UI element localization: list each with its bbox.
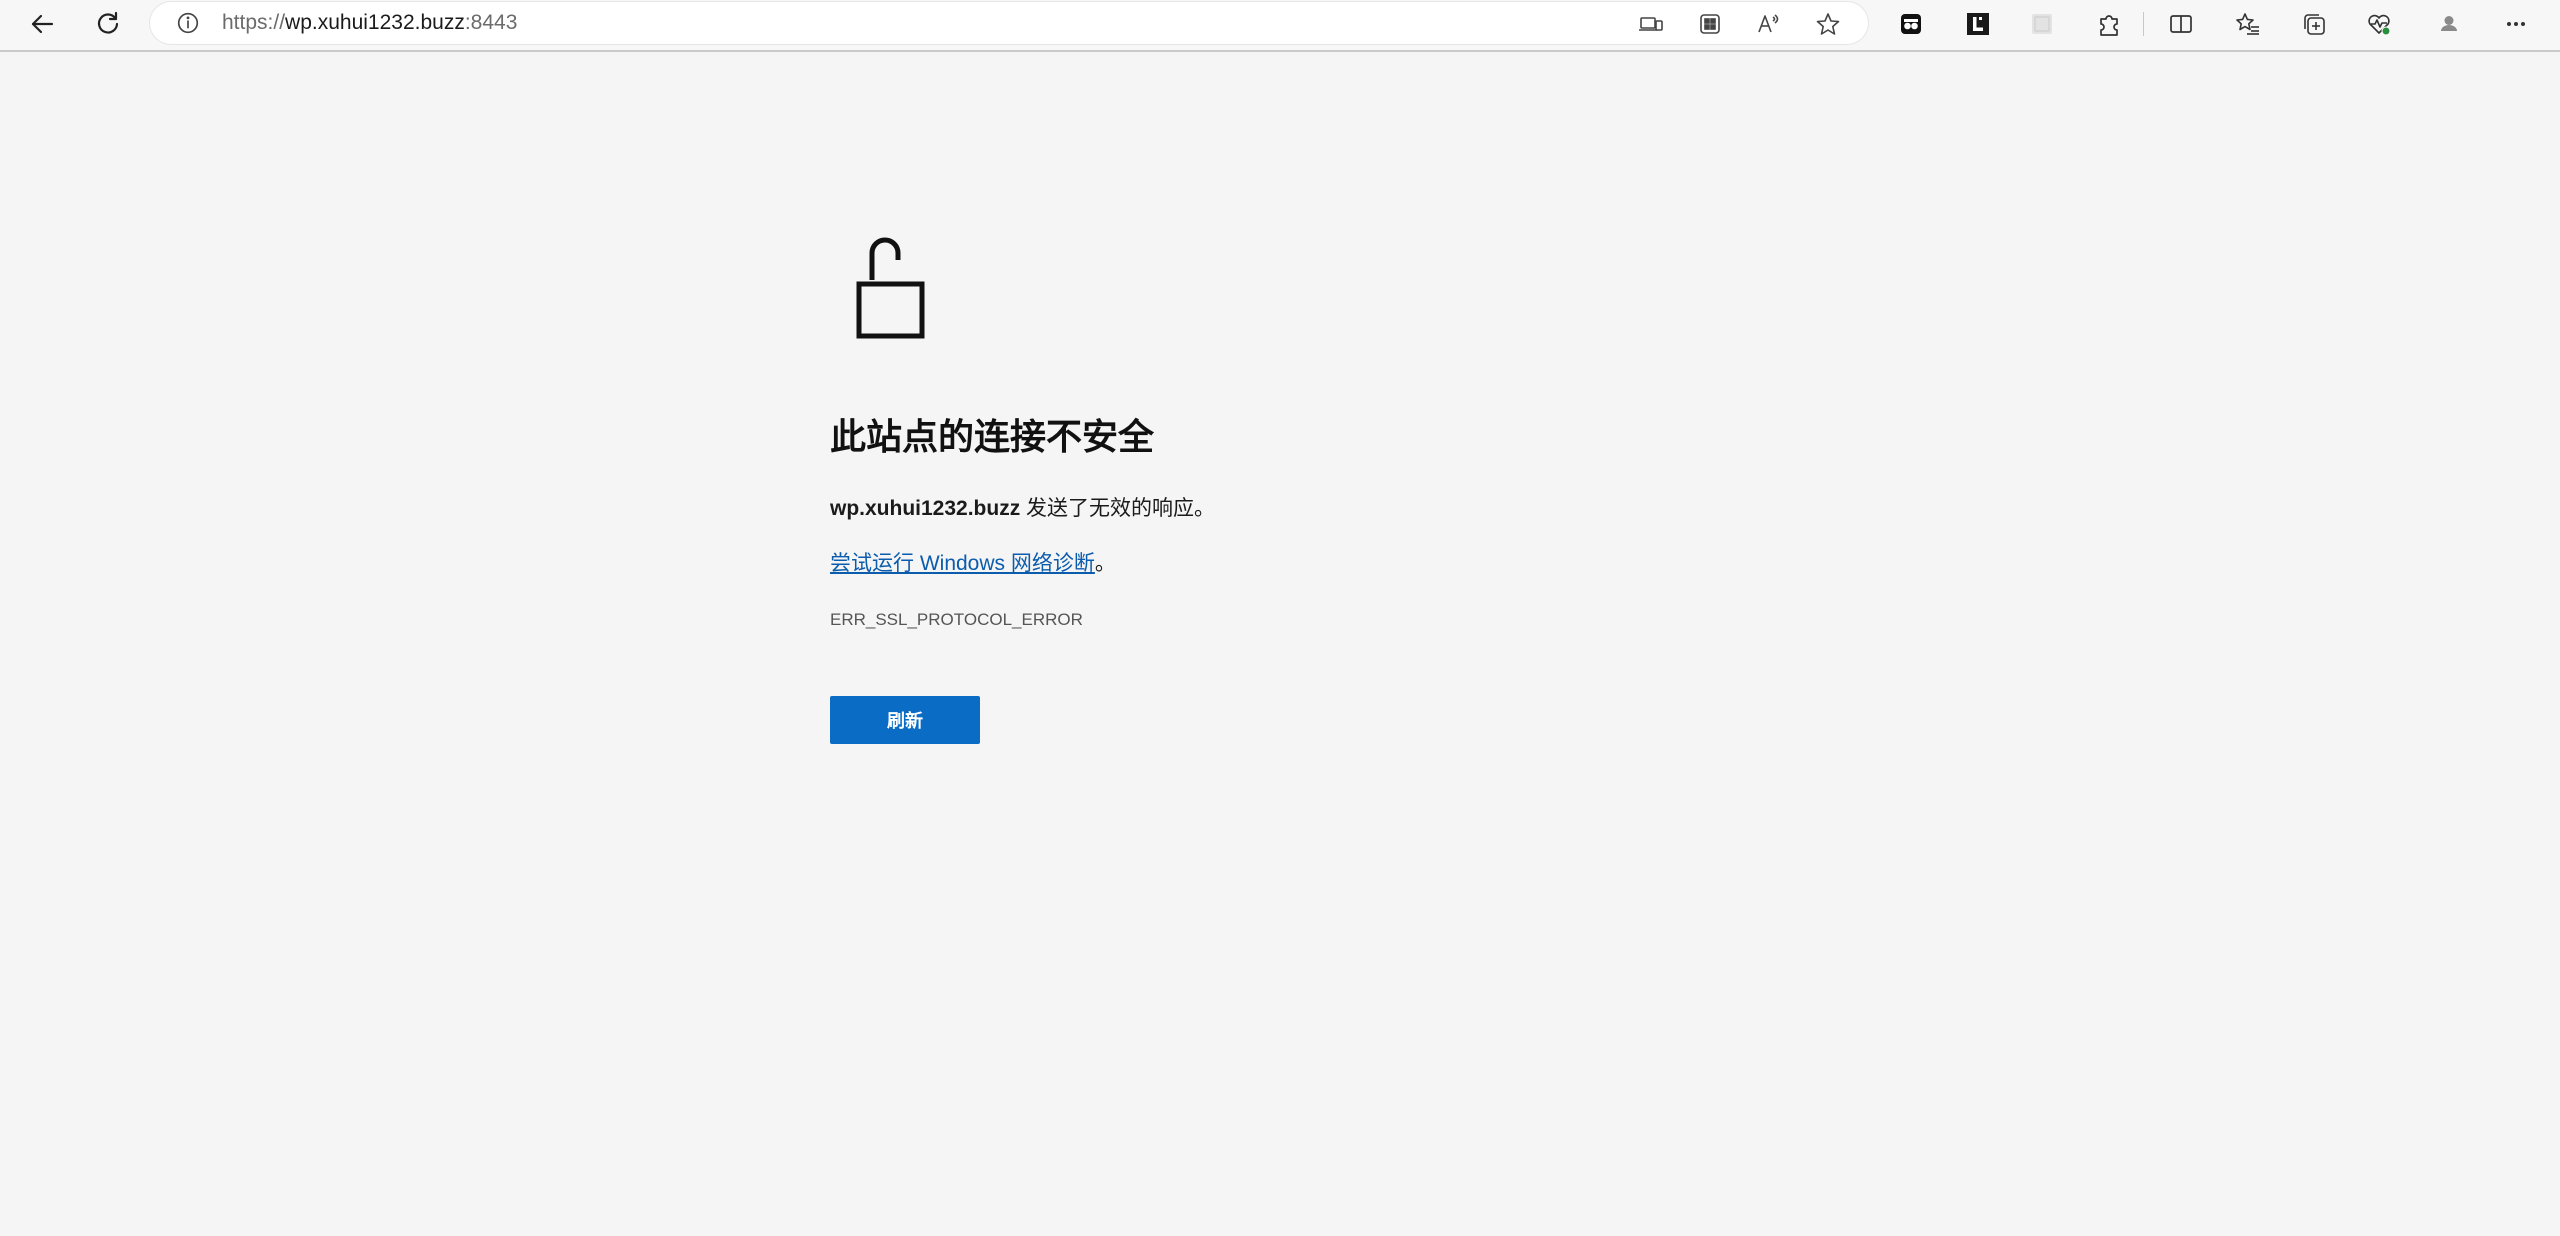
page-title: 此站点的连接不安全 [830, 416, 1155, 457]
url-host: wp.xuhui1232.buzz [285, 11, 465, 34]
app-available-icon[interactable] [1634, 7, 1668, 41]
suggestion: 尝试运行 Windows 网络诊断。 [830, 547, 1116, 577]
url-port: :8443 [464, 11, 518, 34]
puzzle-icon[interactable] [2087, 4, 2131, 44]
star-icon[interactable] [1811, 7, 1845, 41]
address-bar[interactable]: https://wp.xuhui1232.buzz:8443 [150, 2, 1868, 44]
toolbar-divider [2143, 12, 2144, 36]
more-dots-icon[interactable] [2494, 4, 2538, 44]
letter-l-extension-icon[interactable] [1956, 4, 2000, 44]
collections-icon[interactable] [2292, 4, 2336, 44]
network-diagnostics-link[interactable]: 尝试运行 Windows 网络诊断 [830, 552, 1095, 575]
url-scheme: https:// [222, 11, 286, 34]
error-description-text: 发送了无效的响应。 [1020, 497, 1216, 520]
heart-pulse-icon[interactable] [2357, 4, 2401, 44]
extension-icon[interactable] [1889, 4, 1933, 44]
browser-toolbar: https://wp.xuhui1232.buzz:8443 [0, 0, 2560, 52]
refresh-button[interactable]: 刷新 [830, 696, 980, 744]
info-icon[interactable] [174, 9, 202, 37]
profile-icon[interactable] [2427, 4, 2471, 44]
error-domain: wp.xuhui1232.buzz [830, 497, 1021, 520]
url-text[interactable]: https://wp.xuhui1232.buzz:8443 [222, 11, 517, 35]
error-description: wp.xuhui1232.buzz 发送了无效的响应。 [830, 492, 1215, 522]
unlocked-padlock-icon [856, 237, 925, 339]
suggestion-suffix: 。 [1094, 552, 1116, 575]
blank-extension-icon[interactable] [2020, 4, 2064, 44]
split-screen-icon[interactable] [2159, 4, 2203, 44]
favorites-list-icon[interactable] [2226, 4, 2270, 44]
apps-icon[interactable] [1693, 7, 1727, 41]
error-code: ERR_SSL_PROTOCOL_ERROR [830, 610, 1083, 629]
read-aloud-icon[interactable] [1752, 7, 1786, 41]
back-arrow-icon[interactable] [20, 4, 64, 44]
refresh-icon[interactable] [86, 4, 130, 44]
